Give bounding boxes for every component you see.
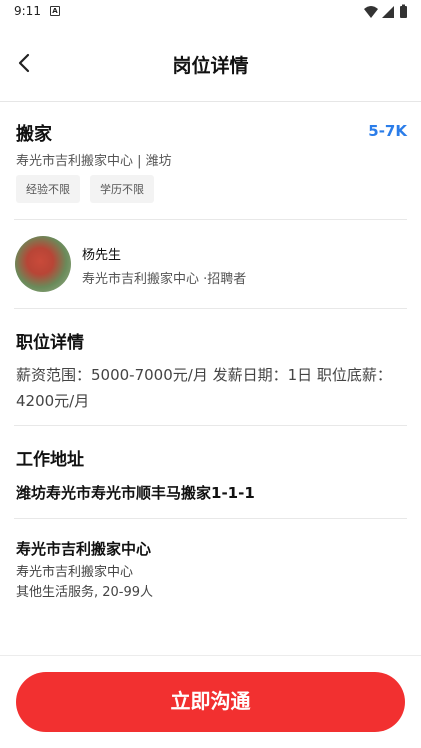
company-info: 其他生活服务, 20-99人	[16, 585, 154, 600]
system-status-icons	[364, 4, 407, 18]
job-company-city: 寿光市吉利搬家中心 | 潍坊	[16, 154, 172, 169]
recruiter-avatar[interactable]	[15, 236, 71, 292]
recruiter-name: 杨先生	[82, 248, 122, 263]
status-time: 9:11	[14, 4, 41, 18]
job-details-text: 薪资范围：5000-7000元/月 发薪日期：1日 职位底薪：4200元/月	[16, 366, 392, 410]
notification-icon: A	[50, 6, 60, 16]
company-name[interactable]: 寿光市吉利搬家中心	[16, 538, 151, 559]
chat-now-button[interactable]: 立即沟通	[16, 672, 405, 732]
battery-icon	[400, 4, 407, 18]
work-address-heading: 工作地址	[16, 445, 84, 473]
page-title: 岗位详情	[172, 55, 249, 77]
recruiter-role: 寿光市吉利搬家中心 ·招聘者	[82, 272, 247, 287]
divider	[14, 308, 407, 309]
job-title: 搬家	[16, 124, 52, 145]
divider	[14, 219, 407, 220]
salary-range: 5-7K	[368, 122, 407, 140]
app-header: 岗位详情	[0, 24, 421, 102]
wifi-icon	[364, 6, 378, 18]
divider	[14, 425, 407, 426]
signal-icon	[382, 6, 394, 18]
job-details-heading: 职位详情	[16, 328, 84, 356]
job-tags: 经验不限 学历不限	[16, 175, 154, 203]
company-subname: 寿光市吉利搬家中心	[16, 565, 134, 580]
tag-education: 学历不限	[90, 175, 154, 203]
tag-experience: 经验不限	[16, 175, 80, 203]
status-bar: 9:11 A	[0, 0, 421, 24]
divider	[14, 518, 407, 519]
work-address-text: 潍坊寿光市寿光市顺丰马搬家1-1-1	[16, 484, 255, 502]
